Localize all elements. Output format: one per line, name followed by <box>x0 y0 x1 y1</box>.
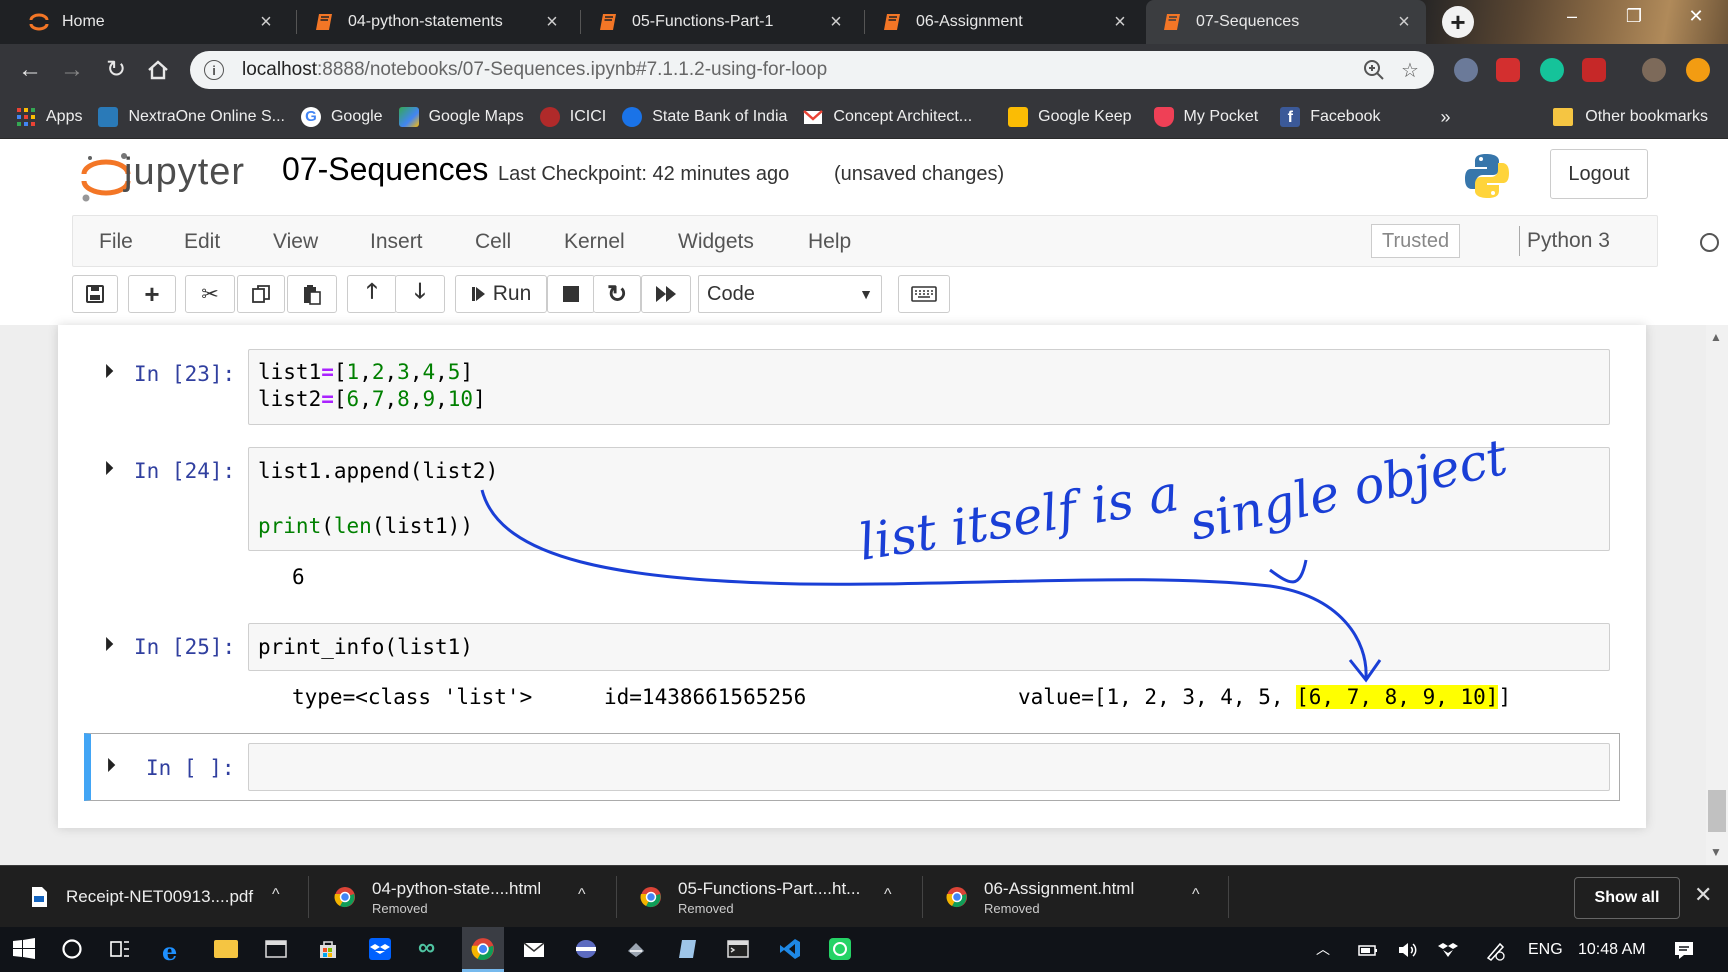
dropbox-tray-icon[interactable] <box>1436 938 1460 962</box>
infinity-app-icon[interactable]: ∞ <box>418 934 442 961</box>
command-prompt-icon[interactable] <box>726 937 750 961</box>
chevron-up-icon[interactable]: ^ <box>272 886 280 904</box>
download-status: Removed <box>372 900 428 916</box>
download-item[interactable]: 05-Functions-Part....ht... Removed <box>640 866 860 928</box>
vscode-icon[interactable] <box>778 937 802 961</box>
mail-icon[interactable] <box>522 937 546 961</box>
close-icon[interactable]: ✕ <box>1694 882 1712 908</box>
chevron-up-icon[interactable]: ^ <box>1192 886 1200 904</box>
chrome-icon <box>946 887 967 908</box>
terminal-icon[interactable] <box>264 937 288 961</box>
whatsapp-icon[interactable] <box>828 937 852 961</box>
download-item[interactable]: 04-python-state....html Removed <box>334 866 541 928</box>
show-all-button[interactable]: Show all <box>1574 877 1680 919</box>
notes-app-icon[interactable] <box>676 937 700 961</box>
battery-icon[interactable] <box>1356 938 1380 962</box>
download-separator <box>616 876 617 918</box>
download-item[interactable]: 06-Assignment.html Removed <box>946 866 1134 928</box>
pen-workspace-icon[interactable] <box>1484 938 1508 962</box>
store-icon[interactable] <box>316 937 340 961</box>
download-status: Removed <box>678 900 734 916</box>
download-status: Removed <box>984 900 1040 916</box>
edge-icon[interactable]: e <box>162 937 186 966</box>
download-name: 06-Assignment.html <box>984 878 1135 898</box>
chrome-icon <box>640 887 661 908</box>
tray-overflow-chevron-icon[interactable]: ︿ <box>1316 939 1330 959</box>
chrome-taskbar-icon[interactable] <box>471 937 495 961</box>
download-shelf: Receipt-NET00913....pdf ^ 04-python-stat… <box>0 865 1728 928</box>
cortana-search-icon[interactable] <box>60 937 84 961</box>
annotation-line-2: single object <box>1184 428 1513 552</box>
windows-taskbar <box>0 927 1728 972</box>
chevron-up-icon[interactable]: ^ <box>578 886 586 904</box>
windows-start-icon[interactable] <box>12 937 36 961</box>
download-name: 04-python-state....html <box>372 878 542 898</box>
task-view-icon[interactable] <box>108 937 132 961</box>
app-icon[interactable] <box>574 937 598 961</box>
volume-icon[interactable] <box>1396 938 1420 962</box>
annotation-line-1: list itself is a <box>855 464 1183 572</box>
annotation-pointer-stroke <box>1269 559 1308 584</box>
dropbox-icon[interactable] <box>368 937 392 961</box>
clock[interactable]: 10:48 AM <box>1578 941 1646 959</box>
download-separator <box>922 876 923 918</box>
handwritten-annotation: list itself is a single object <box>480 428 1513 683</box>
chrome-icon <box>334 887 355 908</box>
download-separator <box>1228 876 1229 918</box>
download-name: 05-Functions-Part....ht... <box>678 878 861 898</box>
chevron-up-icon[interactable]: ^ <box>884 886 892 904</box>
action-center-icon[interactable] <box>1672 938 1696 962</box>
download-name: Receipt-NET00913....pdf <box>66 887 254 906</box>
download-separator <box>308 876 309 918</box>
file-explorer-icon[interactable] <box>214 940 238 958</box>
download-item[interactable]: Receipt-NET00913....pdf <box>28 866 253 928</box>
pdf-icon <box>32 887 47 907</box>
network-app-icon[interactable] <box>624 937 648 961</box>
language-indicator[interactable]: ENG <box>1528 941 1563 959</box>
